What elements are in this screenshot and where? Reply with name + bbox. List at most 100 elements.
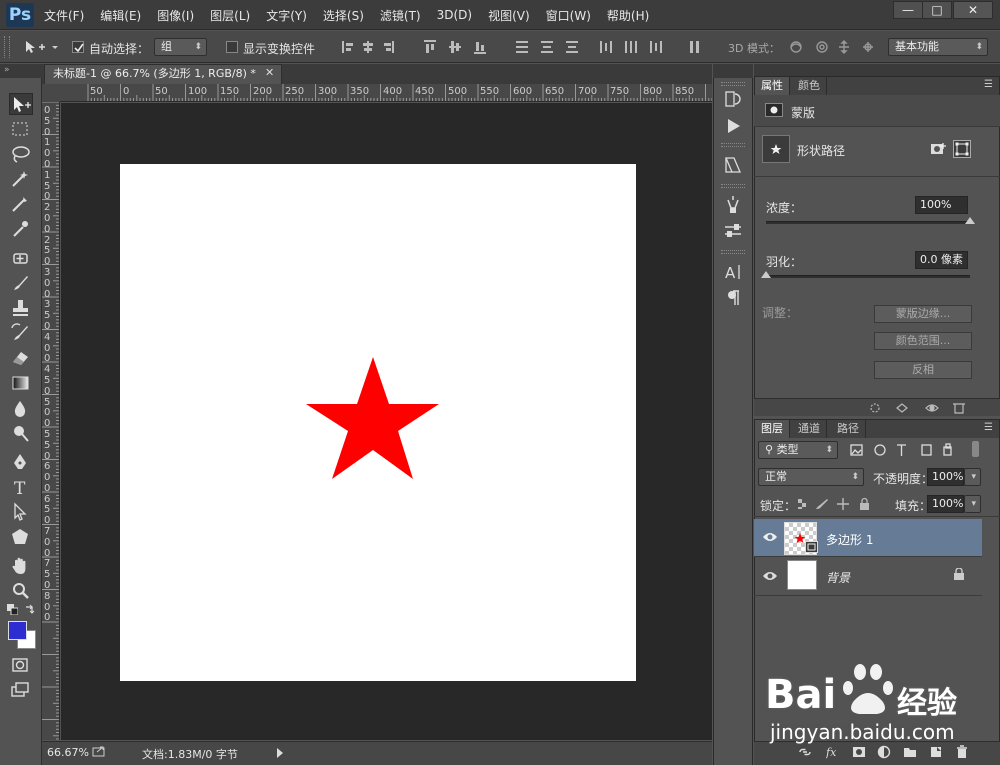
horizontal-ruler[interactable]: 50 0 50 100 150 200 250 300 350 400 450 … [60,84,712,102]
menu-filter[interactable]: 滤镜(T) [380,7,421,24]
panel-menu-icon[interactable]: ☰ [984,79,993,90]
lock-icons[interactable] [796,496,876,512]
foreground-color-swatch[interactable] [8,621,27,640]
pen-tool[interactable] [9,451,33,473]
tab-layers[interactable]: 图层 [755,420,790,438]
actions-panel-icon[interactable] [722,115,744,137]
vertical-ruler[interactable]: 0501001502002503003504004505005506006507… [42,84,60,740]
layer-filter-icons[interactable] [849,442,964,458]
tab-properties[interactable]: 属性 [755,77,790,95]
visibility-eye-icon[interactable] [762,569,778,583]
move-tool-preset[interactable] [22,38,62,56]
close-button[interactable]: ✕ [953,1,993,19]
layer-row-polygon[interactable]: 多边形 1 [754,519,982,557]
layer-row-background[interactable]: 背景 [754,558,982,596]
share-icon[interactable] [92,745,106,757]
dock-header[interactable] [713,64,753,78]
document-tab-close-icon[interactable]: ✕ [265,66,274,79]
character-panel-icon[interactable]: A [722,261,744,283]
filter-toggle-switch[interactable] [972,441,979,457]
workspace-dropdown[interactable]: 基本功能 ⬍ [888,38,988,56]
tool-presets-icon[interactable] [722,194,744,216]
zoom-level[interactable]: 66.67% [47,746,89,759]
swap-colors-icon[interactable] [24,603,36,615]
menu-file[interactable]: 文件(F) [44,7,84,24]
eyedropper-tool[interactable] [9,218,33,240]
show-transform-checkbox[interactable] [226,41,238,53]
healing-brush-tool[interactable] [9,247,33,269]
star-shape[interactable] [306,357,440,481]
menu-window[interactable]: 窗口(W) [546,7,591,24]
right-dock-header[interactable] [754,64,1000,76]
document-tab[interactable]: 未标题-1 @ 66.7% (多边形 1, RGB/8) * [44,64,282,84]
tab-channels[interactable]: 通道 [792,420,827,438]
feather-input[interactable]: 0.0 像素 [915,251,968,269]
menu-type[interactable]: 文字(Y) [266,7,307,24]
menu-view[interactable]: 视图(V) [488,7,530,24]
3d-mode-icons[interactable] [788,39,884,55]
tab-paths[interactable]: 路径 [831,420,866,438]
path-selection-tool[interactable] [9,501,33,523]
auto-select-checkbox[interactable] [72,41,84,53]
menu-help[interactable]: 帮助(H) [607,7,649,24]
menu-edit[interactable]: 编辑(E) [100,7,141,24]
blend-mode-dropdown[interactable]: 正常 ⬍ [758,468,864,486]
default-colors-icon[interactable] [7,604,18,615]
brush-presets-icon[interactable] [722,220,744,242]
menu-image[interactable]: 图像(I) [157,7,194,24]
menu-layer[interactable]: 图层(L) [210,7,250,24]
vector-mask-select-icon[interactable] [953,140,971,158]
hand-tool[interactable] [9,555,33,577]
options-grip[interactable] [4,36,10,58]
layer-name[interactable]: 背景 [826,569,850,586]
layer-filter-dropdown[interactable]: ⚲ 类型 ⬍ [758,441,838,459]
history-panel-icon[interactable] [722,88,744,110]
status-menu-arrow-icon[interactable] [276,748,284,758]
dock-grip[interactable] [721,184,745,188]
screen-mode-button[interactable] [9,679,33,701]
menu-select[interactable]: 选择(S) [323,7,364,24]
panel-menu-icon[interactable]: ☰ [984,422,993,433]
zoom-tool[interactable] [9,580,33,602]
tools-panel-header[interactable]: » [0,64,42,78]
density-input[interactable]: 100% [915,196,968,214]
fill-input[interactable]: 100% [927,495,964,513]
invert-button[interactable]: 反相 [874,361,972,379]
eraser-tool[interactable] [9,347,33,369]
shape-tool[interactable] [9,526,33,548]
history-brush-tool[interactable] [9,322,33,344]
mask-edge-button[interactable]: 蒙版边缘... [874,305,972,323]
dock-grip[interactable] [721,250,745,254]
move-tool[interactable] [9,93,33,115]
feather-slider-knob[interactable] [761,271,771,278]
menu-3d[interactable]: 3D(D) [437,8,472,22]
clone-stamp-tool[interactable] [9,297,33,319]
add-vector-mask-icon[interactable] [931,142,947,156]
layer-name[interactable]: 多边形 1 [826,531,873,548]
dock-grip[interactable] [721,143,745,147]
gradient-tool[interactable] [9,372,33,394]
lasso-tool[interactable] [9,143,33,165]
visibility-eye-icon[interactable] [762,530,778,544]
paragraph-panel-icon[interactable] [722,287,744,309]
blur-tool[interactable] [9,397,33,419]
swatches-panel-icon[interactable] [722,154,744,176]
density-slider-knob[interactable] [965,217,975,224]
marquee-tool[interactable] [9,118,33,140]
ruler-origin[interactable] [42,84,60,102]
opacity-input[interactable]: 100% [927,468,964,486]
density-slider-track[interactable] [766,221,970,224]
type-tool[interactable]: T [9,476,33,498]
color-range-button[interactable]: 颜色范围... [874,332,972,350]
auto-select-dropdown[interactable]: 组 ⬍ [154,38,207,56]
feather-slider-track[interactable] [766,275,970,278]
minimize-button[interactable]: — [893,1,923,19]
tab-color[interactable]: 颜色 [792,77,827,95]
dock-grip[interactable] [721,82,745,86]
crop-tool[interactable] [9,193,33,215]
dodge-tool[interactable] [9,422,33,444]
quick-mask-button[interactable] [9,654,33,676]
opacity-slider-toggle[interactable]: ▾ [964,468,981,486]
fill-slider-toggle[interactable]: ▾ [964,495,981,513]
maximize-button[interactable]: □ [922,1,952,19]
